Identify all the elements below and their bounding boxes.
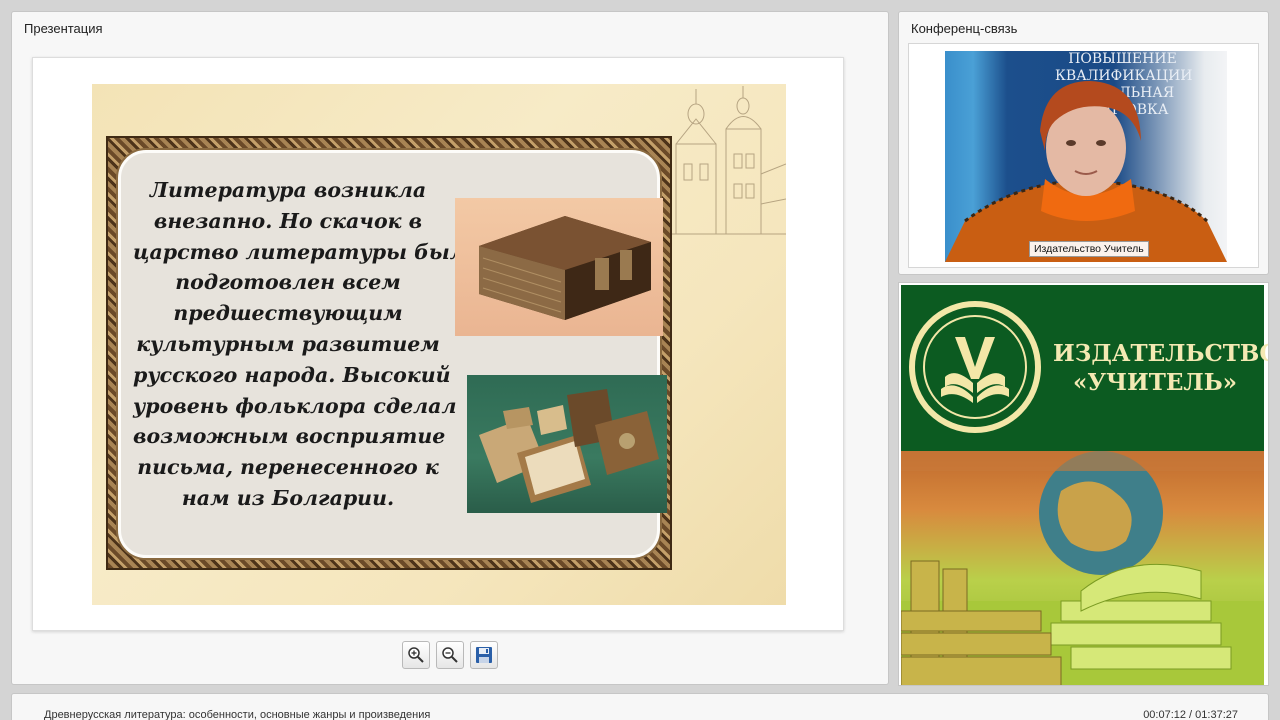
zoom-out-icon [442, 647, 458, 663]
books-globe-illustration [901, 451, 1264, 685]
slide: Литература возникла внезапно. Но скачок … [92, 84, 786, 605]
lecture-title: Древнерусская литература: особенности, о… [44, 709, 431, 720]
zoom-in-icon [408, 647, 424, 663]
slide-text-line: письма, перенесенного к [137, 455, 439, 480]
presentation-panel-title: Презентация [24, 21, 103, 36]
publisher-logo [909, 301, 1041, 433]
slide-text-line: предшествующим [173, 301, 403, 326]
zoom-toolbar [402, 641, 498, 669]
ornate-frame: Литература возникла внезапно. Но скачок … [106, 136, 672, 570]
speaker-name-tag: Издательство Учитель [1029, 241, 1149, 257]
save-icon [476, 647, 492, 663]
video-frame: ПОВЫШЕНИЕ КВАЛИФИКАЦИИ ПРО АЛЬНАЯ ПОДГ О… [908, 43, 1259, 268]
speaker-figure [945, 81, 1227, 262]
publisher-banner: ИЗДАТЕЛЬСТВО «УЧИТЕЛЬ» [898, 282, 1269, 686]
speaker-video: ПОВЫШЕНИЕ КВАЛИФИКАЦИИ ПРО АЛЬНАЯ ПОДГ О… [945, 51, 1227, 262]
playback-bar: Древнерусская литература: особенности, о… [11, 693, 1269, 720]
conference-panel-title: Конференц-связь [911, 21, 1018, 36]
slide-text-line: возможным восприятие [133, 424, 446, 449]
slide-text-line: Литература возникла [149, 178, 427, 202]
slide-text-line: внезапно. Но скачок в [153, 208, 423, 233]
playback-time: 00:07:12 / 01:37:27 [1143, 709, 1238, 720]
open-book-logo-icon [941, 337, 1009, 403]
old-books-photo [467, 375, 667, 513]
conference-panel: Конференц-связь ПОВЫШЕНИЕ КВАЛИФИКАЦИИ П… [898, 11, 1269, 275]
slide-text-line: культурным развитием [136, 331, 440, 356]
slide-text-line: подготовлен всем [175, 270, 401, 295]
zoom-in-button[interactable] [402, 641, 430, 669]
publisher-name: ИЗДАТЕЛЬСТВО «УЧИТЕЛЬ» [1053, 340, 1269, 396]
old-book-photo [455, 198, 663, 336]
slide-text-line: уровень фольклора сделал [133, 393, 457, 418]
slide-text-line: царство литературы был [133, 239, 465, 264]
slide-frame: Литература возникла внезапно. Но скачок … [32, 57, 844, 631]
zoom-out-button[interactable] [436, 641, 464, 669]
slide-body-text: Литература возникла внезапно. Но скачок … [133, 175, 465, 514]
publisher-header: ИЗДАТЕЛЬСТВО «УЧИТЕЛЬ» [901, 285, 1269, 451]
presentation-panel: Презентация Литература возникла внезапно… [11, 11, 889, 685]
slide-text-card: Литература возникла внезапно. Но скачок … [118, 150, 667, 558]
slide-text-line: русского народа. Высокий [133, 362, 451, 387]
slide-text-line: нам из Болгарии. [181, 485, 395, 510]
save-button[interactable] [470, 641, 498, 669]
